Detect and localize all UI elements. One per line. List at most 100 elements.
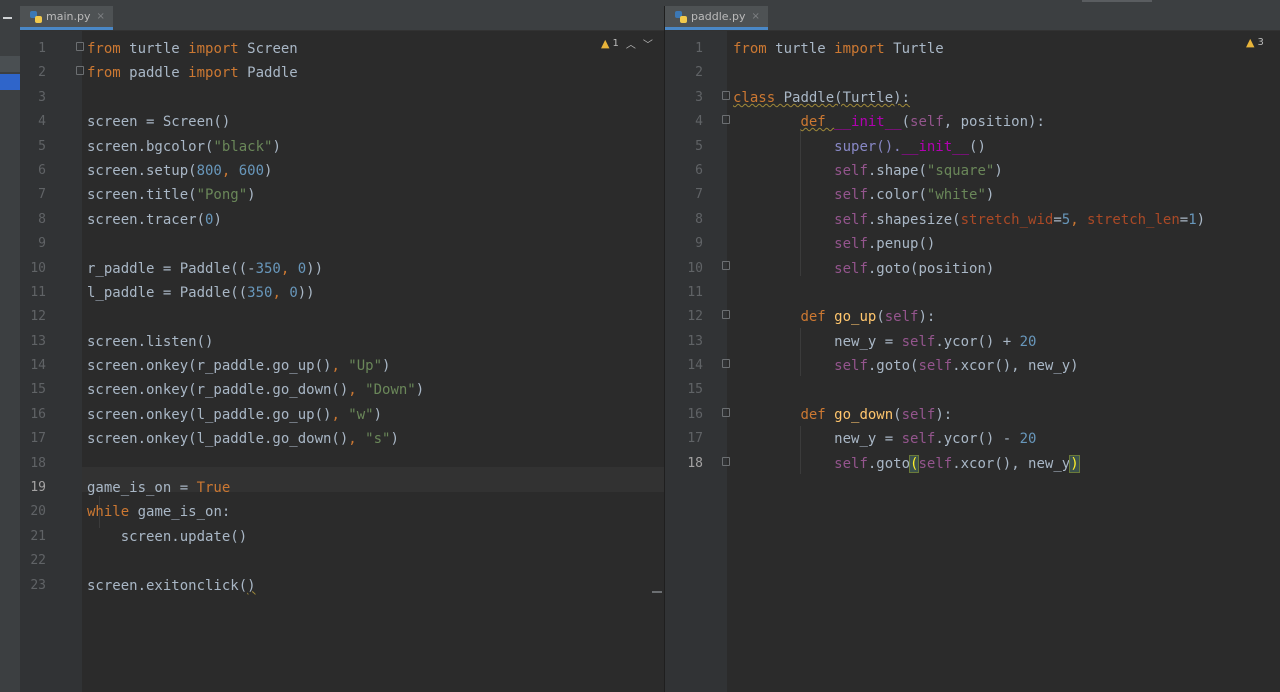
code-token: self <box>834 211 868 228</box>
code-line[interactable]: 14 self.goto(self.xcor(), new_y) <box>687 354 1205 378</box>
code-line[interactable]: 10 self.goto(position) <box>687 257 1205 281</box>
code-line[interactable]: 18 <box>30 452 424 476</box>
chevron-down-icon[interactable]: ﹀ <box>643 36 653 51</box>
code-token: Screen <box>238 41 298 57</box>
code-line[interactable]: 2 <box>695 61 1205 85</box>
code-line[interactable]: 15 screen.onkey(r_paddle.go_down(), "Down… <box>30 378 424 402</box>
code-token: ) <box>247 577 256 594</box>
close-tab-icon[interactable]: × <box>752 11 760 22</box>
code-line[interactable]: 3 class Paddle(Turtle): <box>695 86 1205 110</box>
code-token: Turtle <box>884 41 944 57</box>
code-line[interactable]: 8 screen.tracer(0) <box>38 208 424 232</box>
code-line[interactable]: 4 screen = Screen() <box>38 110 424 134</box>
fold-icon[interactable] <box>76 66 84 75</box>
code-line[interactable]: 15 <box>687 378 1205 402</box>
code-line[interactable]: 17 screen.onkey(l_paddle.go_down(), "s") <box>30 427 424 451</box>
warning-icon: ▲ <box>1246 36 1255 49</box>
code-line[interactable]: 1 from turtle import Turtle <box>695 37 1205 61</box>
fold-icon[interactable] <box>722 359 730 368</box>
code-line[interactable]: 14 screen.onkey(r_paddle.go_up(), "Up") <box>30 354 424 378</box>
line-number: 19 <box>30 480 46 496</box>
line-number: 10 <box>687 260 703 276</box>
code-line[interactable]: 12 <box>30 305 424 329</box>
code-line[interactable]: 13 screen.listen() <box>30 330 424 354</box>
code-line[interactable]: 7 self.color("white") <box>695 183 1205 207</box>
code-token: screen.onkey(l_paddle.go_up() <box>87 406 332 423</box>
tab-paddle-py[interactable]: paddle.py × <box>665 6 768 30</box>
code-line[interactable]: 22 <box>30 549 424 573</box>
code-line[interactable]: 5 screen.bgcolor("black") <box>38 135 424 159</box>
code-line[interactable]: 18 self.goto(self.xcor(), new_y) <box>687 452 1205 476</box>
code-line[interactable]: 17 new_y = self.ycor() - 20 <box>687 427 1205 451</box>
code-token: , <box>280 260 298 277</box>
line-number: 2 <box>38 65 46 81</box>
code-line[interactable]: 16 def go_down(self): <box>687 403 1205 427</box>
code-token: .ycor() + <box>935 333 1020 350</box>
code-token: ( <box>876 309 885 326</box>
code-line[interactable]: 2 from paddle import Paddle <box>38 61 424 85</box>
code-token: super(). <box>834 138 902 155</box>
tool-marker-active[interactable] <box>0 74 20 90</box>
code-line[interactable]: 12 def go_up(self): <box>687 305 1205 329</box>
code-line[interactable]: 4 def __init__(self, position): <box>695 110 1205 134</box>
tab-label: paddle.py <box>691 10 746 23</box>
code-token: 1 <box>1188 211 1197 228</box>
line-number: 20 <box>30 504 46 520</box>
fold-icon[interactable] <box>722 457 730 466</box>
code-line[interactable]: 1 from turtle import Screen <box>38 37 424 61</box>
fold-icon[interactable] <box>722 261 730 270</box>
code-line[interactable]: 11 <box>687 281 1205 305</box>
fold-icon[interactable] <box>722 310 730 319</box>
code-line[interactable]: 21 screen.update() <box>30 525 424 549</box>
code-line[interactable]: 9 self.penup() <box>695 232 1205 256</box>
code-token: , <box>1070 211 1088 228</box>
code-line[interactable]: 10 r_paddle = Paddle((-350, 0)) <box>30 257 424 281</box>
code-area[interactable]: 1 from turtle import Screen 2 from paddle … <box>30 37 424 598</box>
code-line[interactable]: 6 screen.setup(800, 600) <box>38 159 424 183</box>
code-token: 800 <box>196 162 222 179</box>
code-line[interactable]: 6 self.shape("square") <box>695 159 1205 183</box>
code-token: ): <box>935 406 953 423</box>
code-line[interactable]: 9 <box>38 232 424 256</box>
close-tab-icon[interactable]: × <box>96 11 104 22</box>
code-token: 600 <box>238 162 265 179</box>
code-token: , <box>331 358 349 375</box>
code-line[interactable]: 20 while game_is_on: <box>30 500 424 524</box>
code-token: 5 <box>1061 211 1071 228</box>
code-token: import <box>188 65 239 82</box>
fold-icon[interactable] <box>722 115 730 124</box>
code-token: game_is_on = <box>87 480 197 497</box>
code-line[interactable]: 11 l_paddle = Paddle((350, 0)) <box>30 281 424 305</box>
code-line[interactable]: 3 <box>38 86 424 110</box>
code-line[interactable]: 16 screen.onkey(l_paddle.go_up(), "w") <box>30 403 424 427</box>
code-token: stretch_len <box>1087 211 1180 228</box>
code-token: screen.update() <box>87 528 248 545</box>
code-token: ): <box>918 309 936 326</box>
code-token: 20 <box>1019 431 1037 448</box>
warning-icon: ▲ <box>601 37 610 50</box>
line-number: 23 <box>30 577 46 593</box>
code-line[interactable]: 13 new_y = self.ycor() + 20 <box>687 330 1205 354</box>
code-token: self <box>910 114 944 131</box>
inspection-widget[interactable]: ▲ 1 ︿ ﹀ <box>601 36 653 51</box>
code-area[interactable]: 1 from turtle import Turtle 2 3 class Padd… <box>687 37 1205 476</box>
code-token: while <box>87 504 130 521</box>
code-token: screen.exitonclick( <box>87 577 248 594</box>
code-line[interactable]: 7 screen.title("Pong") <box>38 183 424 207</box>
code-line[interactable]: 5 super().__init__() <box>695 135 1205 159</box>
fold-icon[interactable] <box>76 42 84 51</box>
fold-icon[interactable] <box>722 408 730 417</box>
tab-main-py[interactable]: main.py × <box>20 6 113 30</box>
collapse-icon[interactable] <box>3 17 12 19</box>
inspection-widget[interactable]: ▲ 3 <box>1246 36 1264 49</box>
code-line[interactable]: 23 screen.exitonclick() <box>30 574 424 598</box>
line-number: 15 <box>30 382 46 398</box>
chevron-up-icon[interactable]: ︿ <box>626 36 636 51</box>
code-line[interactable]: 8 self.shapesize(stretch_wid=5, stretch_… <box>695 208 1205 232</box>
code-line-current[interactable]: 19 game_is_on = True <box>30 476 424 500</box>
fold-icon[interactable] <box>722 91 730 100</box>
code-token: "Pong" <box>196 187 248 204</box>
top-control <box>1082 0 1152 2</box>
